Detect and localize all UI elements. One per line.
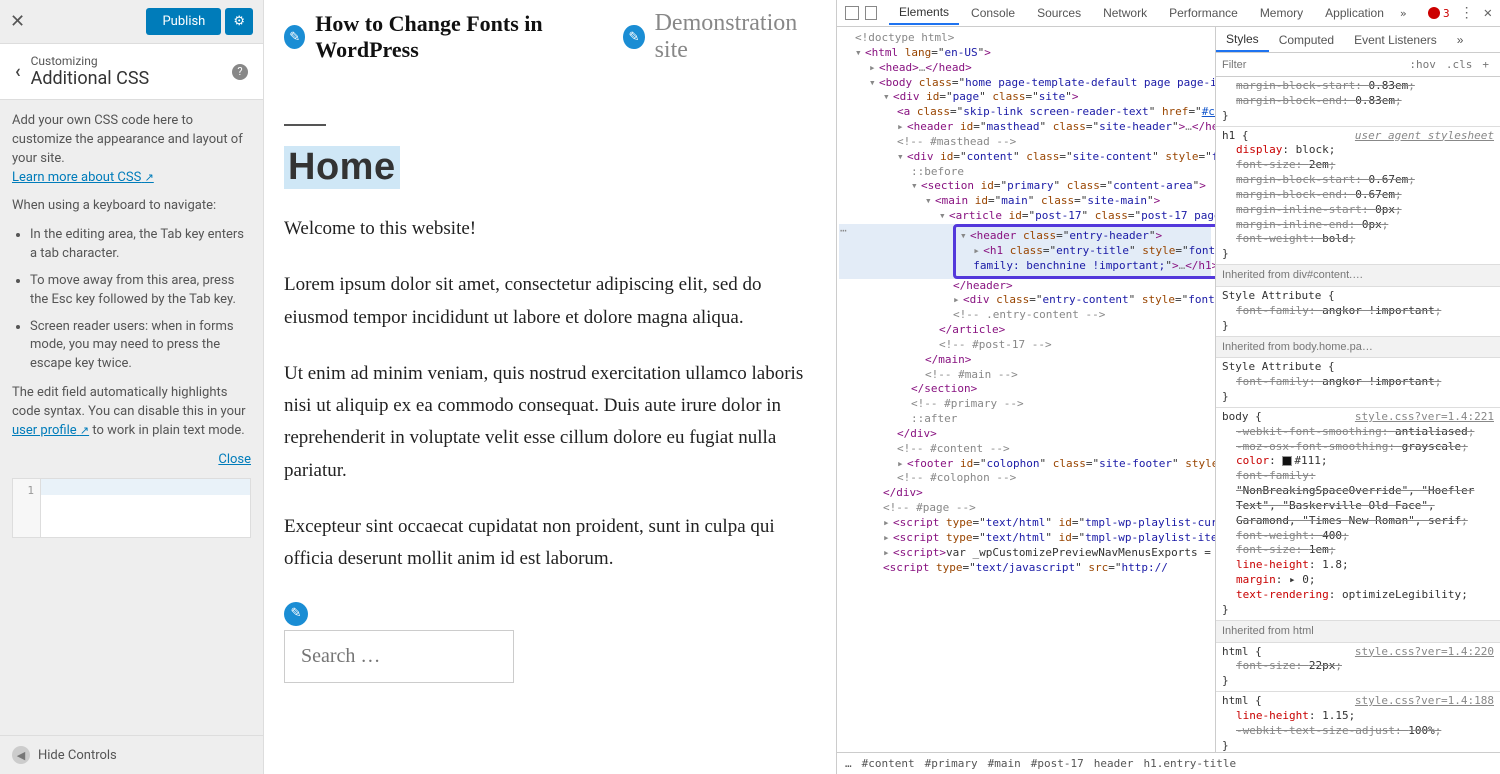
hov-toggle[interactable]: :hov [1404, 58, 1441, 71]
tab-performance[interactable]: Performance [1159, 2, 1248, 24]
devtools-tabs: Elements Console Sources Network Perform… [837, 0, 1500, 27]
content-p: Welcome to this website! [284, 213, 816, 245]
styles-panel: Styles Computed Event Listeners » :hov .… [1216, 27, 1500, 752]
search-input[interactable] [284, 630, 514, 683]
publish-button[interactable]: Publish [146, 8, 221, 35]
close-icon[interactable]: ✕ [10, 11, 25, 32]
site-title[interactable]: How to Change Fonts in WordPress [315, 11, 613, 63]
external-icon: ↗ [80, 424, 89, 437]
tab-event-listeners[interactable]: Event Listeners [1344, 29, 1447, 51]
dom-tree[interactable]: <!doctype html> ▾<html lang="en-US"> ▸<h… [837, 27, 1216, 752]
tab-network[interactable]: Network [1093, 2, 1157, 24]
css-editor[interactable]: 1 [12, 478, 251, 538]
tab-styles[interactable]: Styles [1216, 28, 1269, 52]
content-p: Ut enim ad minim veniam, quis nostrud ex… [284, 358, 816, 487]
external-icon: ↗ [145, 171, 154, 184]
devtools-menu-icon[interactable]: ⋮ [1460, 5, 1474, 21]
tab-sources[interactable]: Sources [1027, 2, 1091, 24]
user-profile-link[interactable]: user profile ↗ [12, 423, 89, 438]
learn-more-link[interactable]: Learn more about CSS ↗ [12, 170, 154, 185]
content-p: Excepteur sint occaecat cupidatat non pr… [284, 511, 816, 576]
tab-console[interactable]: Console [961, 2, 1025, 24]
content-p: Lorem ipsum dolor sit amet, consectetur … [284, 269, 816, 334]
hide-controls-button[interactable]: ◀ Hide Controls [0, 735, 263, 774]
inherited-header: Inherited from div#content.… [1216, 265, 1500, 287]
styles-rules[interactable]: margin-block-start: 0.83em; margin-block… [1216, 77, 1500, 752]
customizer-sidebar: ✕ Publish ⚙ ‹ Customizing Additional CSS… [0, 0, 264, 774]
tab-computed[interactable]: Computed [1269, 29, 1344, 51]
styles-tabs-overflow-icon[interactable]: » [1447, 29, 1474, 51]
styles-filter-input[interactable] [1222, 59, 1404, 71]
title-divider [284, 124, 326, 126]
tab-memory[interactable]: Memory [1250, 2, 1313, 24]
intro-text: Add your own CSS code here to customize … [12, 113, 243, 166]
edit-shortcut-icon[interactable]: ✎ [284, 602, 308, 626]
error-count[interactable]: 3 [1428, 7, 1450, 20]
kbd-tip: In the editing area, the Tab key enters … [30, 226, 251, 264]
kbd-tip: Screen reader users: when in forms mode,… [30, 318, 251, 375]
kbd-tip: To move away from this area, press the E… [30, 272, 251, 310]
entry-title: Home [284, 146, 400, 189]
line-number: 1 [13, 479, 41, 537]
back-arrow-icon[interactable]: ‹ [15, 61, 21, 82]
device-toggle-icon[interactable] [865, 6, 877, 20]
site-preview: ✎ How to Change Fonts in WordPress ✎ Dem… [264, 0, 836, 774]
tab-application[interactable]: Application [1315, 2, 1394, 24]
tabs-overflow-icon[interactable]: » [1400, 7, 1407, 20]
edit-shortcut-icon[interactable]: ✎ [623, 25, 644, 49]
cls-toggle[interactable]: .cls [1441, 58, 1478, 71]
inspect-icon[interactable] [845, 6, 859, 20]
tab-elements[interactable]: Elements [889, 1, 959, 25]
add-rule-icon[interactable]: + [1477, 58, 1494, 71]
edit-shortcut-icon[interactable]: ✎ [284, 25, 305, 49]
kbd-heading: When using a keyboard to navigate: [12, 197, 251, 216]
dom-breadcrumb[interactable]: … #content #primary #main #post-17 heade… [837, 752, 1500, 774]
section-title: Additional CSS [31, 68, 232, 89]
customizing-label: Customizing [31, 54, 232, 68]
devtools-panel: Elements Console Sources Network Perform… [836, 0, 1500, 774]
close-help-link[interactable]: Close [12, 451, 251, 470]
collapse-icon: ◀ [12, 746, 30, 764]
error-icon [1428, 7, 1440, 19]
settings-gear-button[interactable]: ⚙ [225, 8, 253, 35]
site-tagline: Demonstration site [655, 10, 816, 64]
help-icon[interactable]: ? [232, 64, 248, 80]
devtools-close-icon[interactable]: ✕ [1484, 5, 1492, 21]
gear-icon: ⚙ [233, 14, 245, 29]
auto-highlight-text: The edit field automatically highlights … [12, 385, 246, 419]
